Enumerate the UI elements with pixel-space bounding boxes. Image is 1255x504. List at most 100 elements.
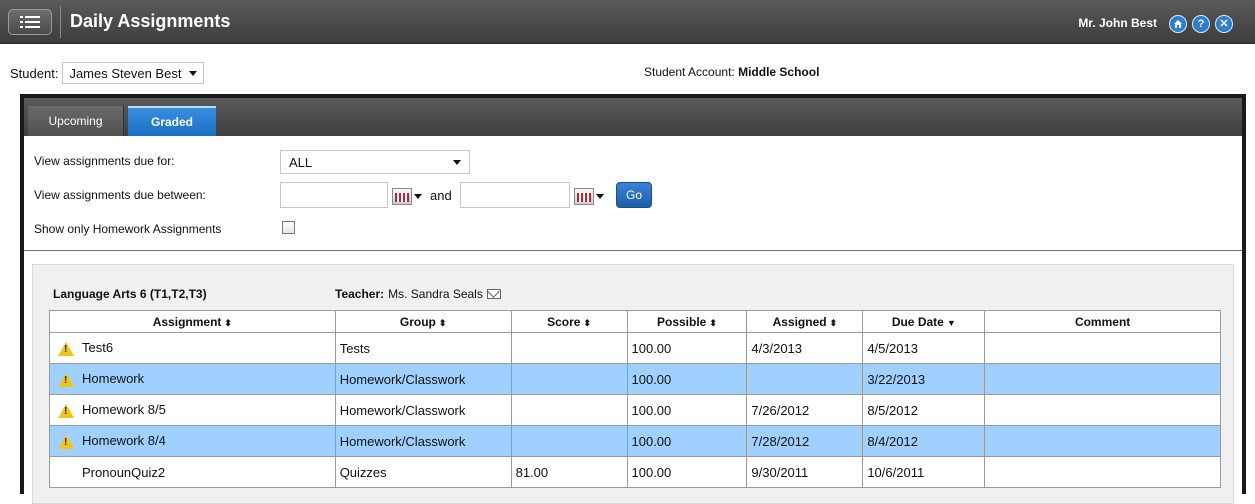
sort-icon: ⬍: [829, 317, 838, 328]
tab-bar: Upcoming Graded: [24, 98, 1242, 136]
start-date-input[interactable]: [280, 182, 388, 208]
column-header-due-date[interactable]: Due Date ▼: [862, 310, 986, 333]
table-row[interactable]: Homework 8/4 Homework/Classwork 100.00 7…: [49, 425, 1221, 457]
teacher-label: Teacher:: [335, 287, 385, 301]
account-label: Student Account:: [644, 65, 735, 79]
student-select[interactable]: James Steven Best: [62, 62, 205, 84]
start-date-calendar-button[interactable]: [392, 186, 426, 206]
possible-cell: 100.00: [626, 332, 748, 364]
assignment-cell: Homework 8/4: [49, 425, 336, 457]
warning-icon: [58, 341, 74, 356]
possible-cell: 100.00: [626, 363, 748, 395]
chevron-down-icon: [189, 70, 198, 76]
assignments-panel: Upcoming Graded View assignments due for…: [20, 94, 1246, 504]
assignment-cell: Homework 8/5: [49, 394, 336, 426]
group-cell: Tests: [334, 332, 512, 364]
assigned-cell: 7/28/2012: [746, 425, 864, 457]
column-header-group[interactable]: Group ⬍: [334, 310, 512, 333]
assigned-cell: 9/30/2011: [746, 456, 864, 488]
teacher-info: Teacher: Ms. Sandra Seals: [335, 287, 501, 301]
column-header-comment: Comment: [984, 310, 1221, 333]
comment-cell: [984, 456, 1221, 488]
title-separator: [60, 6, 61, 38]
calendar-icon: [392, 187, 412, 205]
assignment-cell: Homework: [49, 363, 336, 395]
column-header-score[interactable]: Score ⬍: [510, 310, 628, 333]
student-selector-row: Student: James Steven Best: [10, 62, 205, 84]
table-row[interactable]: Test6 Tests 100.00 4/3/2013 4/5/2013: [49, 332, 1221, 364]
calendar-icon: [574, 187, 594, 205]
score-cell: 81.00: [510, 456, 628, 488]
assignment-cell: PronounQuiz2: [49, 456, 336, 488]
due-for-select[interactable]: ALL: [280, 150, 470, 174]
comment-cell: [984, 363, 1221, 395]
tab-upcoming[interactable]: Upcoming: [28, 106, 124, 136]
end-date-input[interactable]: [460, 182, 570, 208]
sort-icon: ⬍: [709, 317, 717, 328]
comment-cell: [984, 394, 1221, 426]
and-label: and: [430, 188, 452, 203]
column-header-assigned[interactable]: Assigned ⬍: [746, 310, 864, 333]
sort-icon: ⬍: [583, 317, 591, 328]
due-for-label: View assignments due for:: [34, 154, 175, 168]
due-date-cell: 8/4/2012: [862, 425, 986, 457]
course-section: Language Arts 6 (T1,T2,T3) Teacher: Ms. …: [32, 264, 1234, 504]
user-name: Mr. John Best: [1078, 16, 1157, 30]
chevron-down-icon: [596, 193, 604, 199]
due-for-value: ALL: [289, 154, 313, 170]
sort-desc-icon: ▼: [946, 317, 956, 328]
group-cell: Homework/Classwork: [334, 394, 512, 426]
student-account: Student Account: Middle School: [644, 65, 819, 79]
close-icon[interactable]: ✕: [1215, 15, 1233, 33]
column-header-possible[interactable]: Possible ⬍: [626, 310, 748, 333]
account-value: Middle School: [738, 65, 820, 79]
score-cell: [510, 363, 628, 395]
assigned-cell: [746, 363, 864, 395]
chevron-down-icon: [453, 159, 461, 165]
score-cell: [510, 425, 628, 457]
assignments-table: Assignment ⬍ Group ⬍ Score ⬍ Possible ⬍ Assi…: [49, 310, 1221, 488]
homework-only-checkbox[interactable]: [282, 221, 295, 234]
due-date-cell: 4/5/2013: [862, 332, 986, 364]
column-header-assignment[interactable]: Assignment ⬍: [49, 310, 336, 333]
course-name: Language Arts 6 (T1,T2,T3): [53, 287, 207, 301]
warning-icon: [58, 434, 74, 449]
divider: [24, 250, 1242, 251]
table-row[interactable]: PronounQuiz2 Quizzes 81.00 100.00 9/30/2…: [49, 456, 1221, 488]
help-icon[interactable]: ?: [1192, 15, 1210, 33]
title-bar: Daily Assignments Mr. John Best ? ✕: [0, 0, 1255, 44]
sort-icon: ⬍: [438, 317, 447, 328]
warning-icon: [58, 372, 74, 387]
score-cell: [510, 394, 628, 426]
home-icon[interactable]: [1169, 15, 1187, 33]
comment-cell: [984, 425, 1221, 457]
due-date-cell: 3/22/2013: [862, 363, 986, 395]
group-cell: Homework/Classwork: [334, 363, 512, 395]
due-between-label: View assignments due between:: [34, 188, 206, 202]
possible-cell: 100.00: [626, 425, 748, 457]
table-row[interactable]: Homework 8/5 Homework/Classwork 100.00 7…: [49, 394, 1221, 426]
student-label: Student:: [10, 65, 59, 81]
assigned-cell: 4/3/2013: [746, 332, 864, 364]
mail-icon[interactable]: [486, 289, 501, 299]
due-date-cell: 10/6/2011: [862, 456, 986, 488]
group-cell: Homework/Classwork: [334, 425, 512, 457]
teacher-name: Ms. Sandra Seals: [388, 287, 483, 301]
tab-graded[interactable]: Graded: [128, 106, 216, 136]
menu-button[interactable]: [8, 9, 52, 35]
student-select-value: James Steven Best: [69, 65, 182, 81]
assignment-cell: Test6: [49, 332, 336, 364]
table-row[interactable]: Homework Homework/Classwork 100.00 3/22/…: [49, 363, 1221, 395]
end-date-calendar-button[interactable]: [574, 186, 608, 206]
list-menu-icon: [20, 16, 40, 28]
due-date-cell: 8/5/2012: [862, 394, 986, 426]
page-title: Daily Assignments: [70, 11, 231, 31]
possible-cell: 100.00: [626, 456, 748, 488]
go-button[interactable]: Go: [616, 182, 652, 208]
homework-only-label: Show only Homework Assignments: [34, 222, 222, 236]
group-cell: Quizzes: [334, 456, 512, 488]
table-header-row: Assignment ⬍ Group ⬍ Score ⬍ Possible ⬍ Assi…: [49, 310, 1221, 333]
score-cell: [510, 332, 628, 364]
chevron-down-icon: [414, 193, 422, 199]
comment-cell: [984, 332, 1221, 364]
